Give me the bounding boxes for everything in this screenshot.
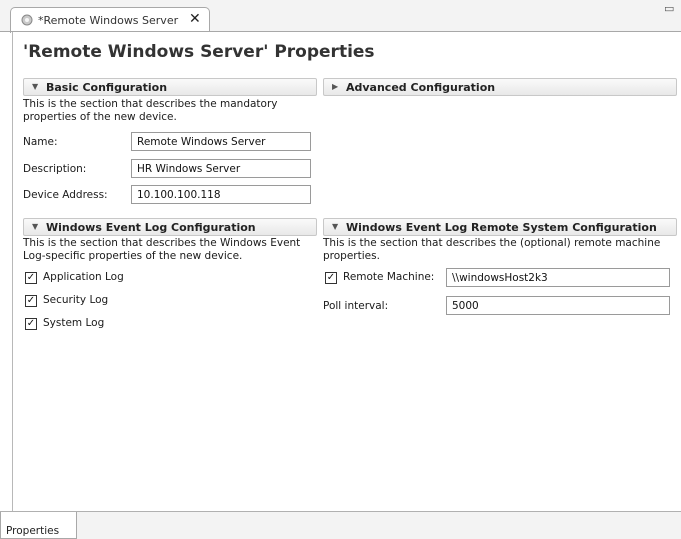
close-icon[interactable]: ✕ bbox=[189, 11, 201, 27]
remote-system-config-title: Windows Event Log Remote System Configur… bbox=[346, 221, 657, 234]
application-log-checkbox[interactable]: ✓ bbox=[25, 272, 37, 284]
remote-machine-label: Remote Machine: bbox=[343, 271, 435, 283]
advanced-config-header[interactable]: ▶ Advanced Configuration bbox=[323, 78, 677, 96]
system-log-label: System Log bbox=[43, 317, 105, 329]
remote-machine-checkbox[interactable]: ✓ bbox=[325, 272, 337, 284]
remote-system-config-description: This is the section that describes the (… bbox=[323, 237, 661, 262]
event-log-config-description: This is the section that describes the W… bbox=[23, 237, 301, 262]
description-label: Description: bbox=[23, 163, 87, 175]
event-log-config-header[interactable]: ▼ Windows Event Log Configuration bbox=[23, 218, 317, 236]
device-address-label: Device Address: bbox=[23, 189, 108, 201]
editor-tab-label: *Remote Windows Server bbox=[38, 14, 179, 27]
name-label: Name: bbox=[23, 136, 58, 148]
remote-machine-field[interactable] bbox=[446, 268, 670, 287]
editor-tab-bar: *Remote Windows Server ✕ ▭ bbox=[0, 0, 681, 33]
application-log-label: Application Log bbox=[43, 271, 124, 283]
device-address-field[interactable] bbox=[131, 185, 311, 204]
minimize-icon[interactable]: ▭ bbox=[664, 2, 674, 15]
chevron-down-icon[interactable]: ▼ bbox=[332, 222, 338, 231]
chevron-down-icon[interactable]: ▼ bbox=[32, 82, 38, 91]
security-log-label: Security Log bbox=[43, 294, 109, 306]
description-field[interactable] bbox=[131, 159, 311, 178]
properties-editor: 'Remote Windows Server' Properties ▼ Bas… bbox=[12, 32, 681, 511]
basic-config-description: This is the section that describes the m… bbox=[23, 98, 278, 123]
chevron-down-icon[interactable]: ▼ bbox=[32, 222, 38, 231]
remote-system-config-header[interactable]: ▼ Windows Event Log Remote System Config… bbox=[323, 218, 677, 236]
device-icon bbox=[21, 14, 33, 26]
event-log-config-title: Windows Event Log Configuration bbox=[46, 221, 256, 234]
page-title: 'Remote Windows Server' Properties bbox=[23, 42, 375, 62]
system-log-checkbox[interactable]: ✓ bbox=[25, 318, 37, 330]
editor-tab[interactable]: *Remote Windows Server ✕ bbox=[10, 7, 210, 33]
name-field[interactable] bbox=[131, 132, 311, 151]
poll-interval-label: Poll interval: bbox=[323, 300, 389, 312]
advanced-config-title: Advanced Configuration bbox=[346, 81, 496, 94]
basic-config-header[interactable]: ▼ Basic Configuration bbox=[23, 78, 317, 96]
bottom-tab-bar: Properties bbox=[0, 511, 681, 539]
chevron-right-icon[interactable]: ▶ bbox=[332, 82, 338, 91]
basic-config-title: Basic Configuration bbox=[46, 81, 168, 94]
poll-interval-field[interactable] bbox=[446, 296, 670, 315]
security-log-checkbox[interactable]: ✓ bbox=[25, 295, 37, 307]
tab-properties[interactable]: Properties bbox=[0, 512, 77, 539]
tab-properties-label: Properties bbox=[6, 525, 60, 537]
